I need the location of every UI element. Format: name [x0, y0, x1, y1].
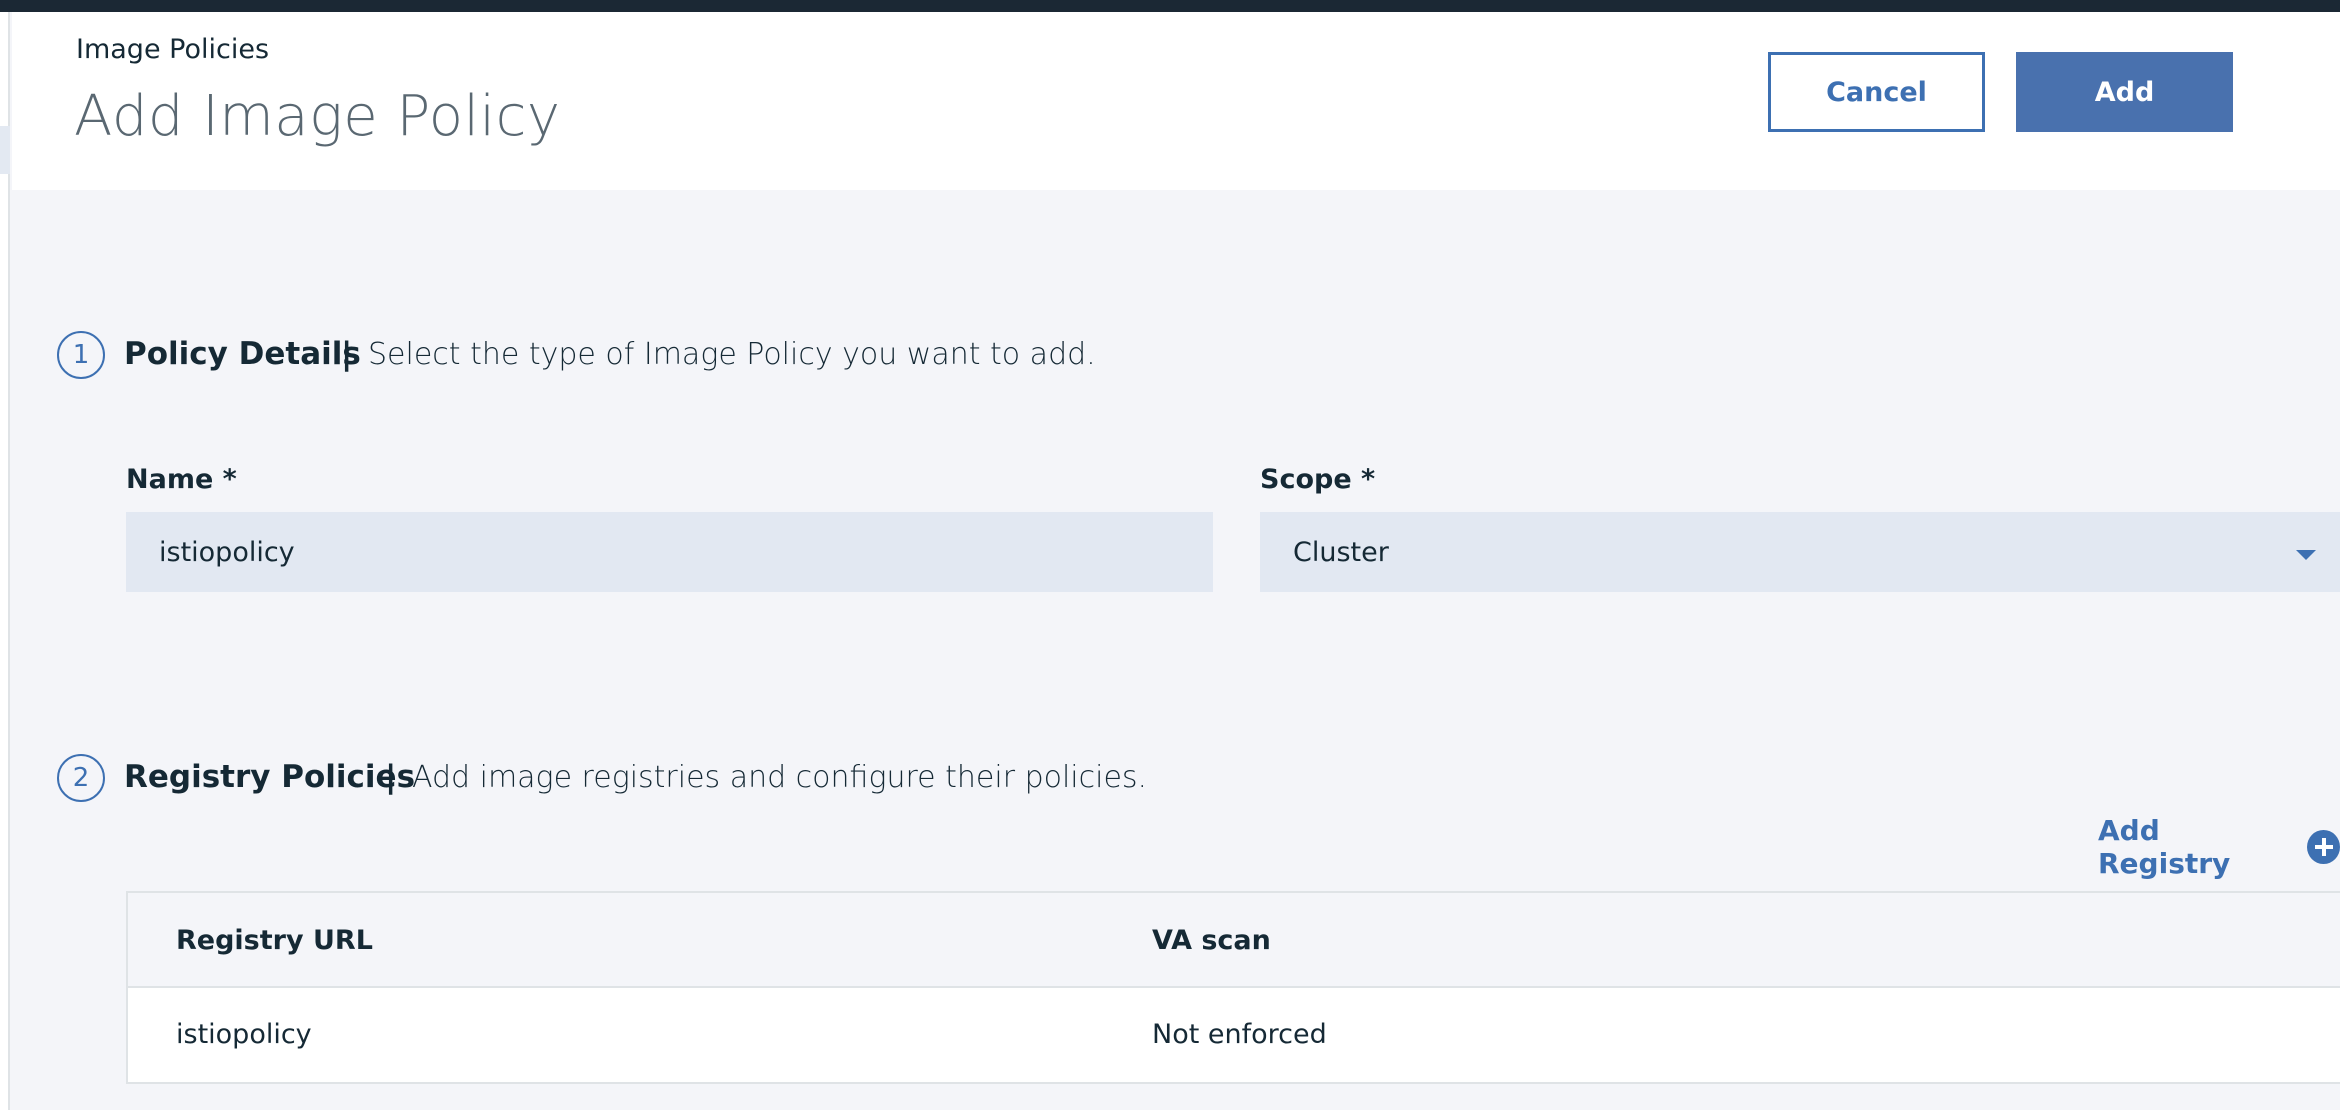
- left-rail: [0, 12, 10, 1110]
- column-header-va-scan[interactable]: VA scan: [1152, 925, 1271, 956]
- cancel-button[interactable]: Cancel: [1768, 52, 1985, 132]
- add-registry-label: Add Registry: [2098, 814, 2231, 880]
- scope-select[interactable]: Cluster: [1260, 512, 2340, 592]
- step-2-badge: 2: [57, 754, 105, 802]
- top-bar: [0, 0, 2340, 12]
- name-input[interactable]: istiopolicy: [126, 512, 1213, 592]
- table-header: Registry URL VA scan: [128, 893, 2340, 988]
- add-button[interactable]: Add: [2016, 52, 2233, 132]
- step-1-badge: 1: [57, 331, 105, 379]
- page-header: Image Policies Add Image Policy Cancel A…: [12, 12, 2340, 190]
- chevron-down-icon[interactable]: [2296, 550, 2316, 560]
- registry-table: Registry URL VA scan istiopolicy Not enf…: [126, 891, 2340, 1084]
- scope-select-value: Cluster: [1293, 536, 1389, 568]
- step-2-title: Registry Policies: [124, 759, 416, 795]
- plus-circle-icon: [2307, 830, 2340, 864]
- registry-url-cell: istiopolicy: [176, 1019, 312, 1050]
- add-registry-button[interactable]: Add Registry: [2098, 814, 2340, 880]
- va-scan-cell: Not enforced: [1152, 1019, 1327, 1050]
- scope-label: Scope *: [1260, 464, 1376, 495]
- step-1-title: Policy Details: [124, 336, 361, 372]
- breadcrumb[interactable]: Image Policies: [76, 34, 269, 65]
- column-header-registry-url[interactable]: Registry URL: [176, 925, 373, 956]
- name-label: Name *: [126, 464, 237, 495]
- left-rail-marker: [0, 126, 10, 174]
- step-2-description: Add image registries and configure their…: [412, 760, 1148, 795]
- page-title: Add Image Policy: [74, 84, 561, 149]
- step-1-separator: |: [341, 336, 353, 372]
- step-2-separator: |: [385, 759, 397, 795]
- step-1-description: Select the type of Image Policy you want…: [368, 337, 1096, 372]
